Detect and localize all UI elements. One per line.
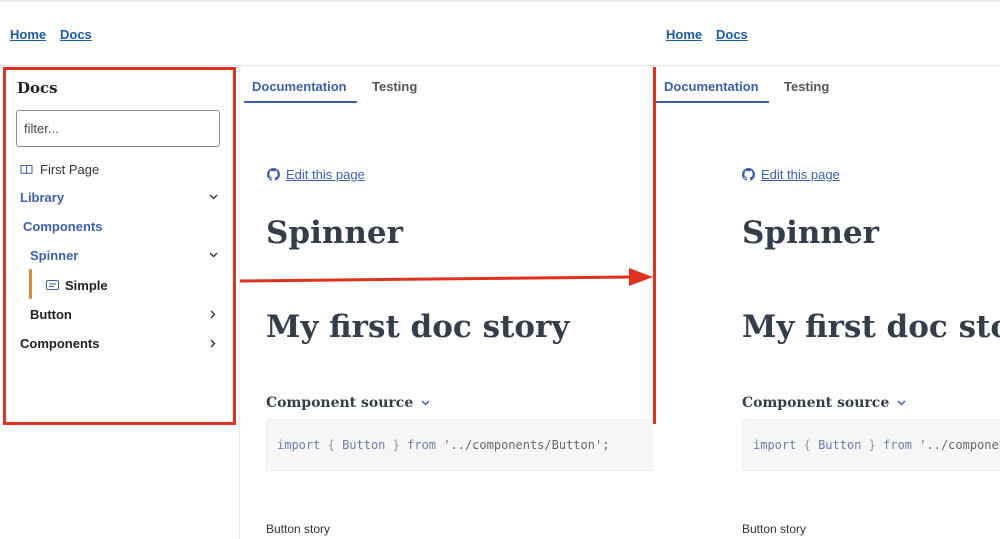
content-panel-left: Documentation Testing Edit this page Spi… xyxy=(241,67,654,539)
nav-docs-link-right[interactable]: Docs xyxy=(716,27,748,42)
sidebar-item-spinner[interactable]: Spinner xyxy=(30,245,220,265)
edit-page-label: Edit this page xyxy=(286,167,365,182)
page-title: Spinner xyxy=(266,215,403,251)
sidebar-item-label: Simple xyxy=(65,277,108,293)
code-token: import xyxy=(277,438,321,452)
docs-sidebar: Docs First Page Library Components Spinn… xyxy=(0,66,240,539)
sidebar-item-button[interactable]: Button xyxy=(30,304,220,324)
sidebar-item-components[interactable]: Components xyxy=(23,216,102,236)
component-source-toggle[interactable]: Component source xyxy=(742,395,906,411)
github-icon xyxy=(267,168,286,181)
edit-page-link[interactable]: Edit this page xyxy=(742,167,840,182)
nav-docs-link[interactable]: Docs xyxy=(60,27,92,42)
tab-documentation[interactable]: Documentation xyxy=(252,79,347,94)
sidebar-item-components-2[interactable]: Components xyxy=(20,333,220,353)
site-header: Home Docs Home Docs xyxy=(0,2,1000,66)
sidebar-item-label: Components xyxy=(20,335,100,351)
code-block: import { Button } from '../components/Bu… xyxy=(742,419,1000,471)
active-item-marker xyxy=(29,269,32,299)
sidebar-item-label: Button xyxy=(30,306,72,322)
edit-page-label: Edit this page xyxy=(761,167,840,182)
story-title: My first doc story xyxy=(742,309,1000,345)
component-source-label: Component source xyxy=(742,395,890,411)
tab-testing[interactable]: Testing xyxy=(784,79,829,94)
code-token: import xyxy=(753,438,797,452)
sidebar-item-simple[interactable]: Simple xyxy=(46,275,108,295)
nav-home-link[interactable]: Home xyxy=(10,27,46,42)
active-tab-underline xyxy=(244,101,357,103)
code-token: from xyxy=(883,438,913,452)
chevron-down-icon xyxy=(421,400,430,406)
code-token: { xyxy=(803,438,811,452)
sidebar-item-label: First Page xyxy=(40,161,100,177)
tab-bar: Documentation Testing xyxy=(656,67,1000,104)
component-source-label: Component source xyxy=(266,395,414,411)
code-token: } xyxy=(392,438,400,452)
page-title: Spinner xyxy=(742,215,879,251)
code-token: { xyxy=(327,438,335,452)
sidebar-item-library[interactable]: Library xyxy=(20,187,220,207)
code-token: } xyxy=(868,438,876,452)
story-label: Button story xyxy=(266,522,331,536)
code-token: '../components/Button'; xyxy=(919,438,1000,452)
story-title: My first doc story xyxy=(266,309,570,345)
sidebar-filter-input[interactable] xyxy=(16,110,220,147)
code-token: Button xyxy=(342,438,386,452)
code-token: Button xyxy=(818,438,862,452)
tab-bar: Documentation Testing xyxy=(241,67,654,104)
tab-documentation[interactable]: Documentation xyxy=(664,79,759,94)
code-token: '../components/Button'; xyxy=(443,438,610,452)
nav-home-link-right[interactable]: Home xyxy=(666,27,702,42)
chevron-right-icon xyxy=(206,307,220,321)
sidebar-item-label: Spinner xyxy=(30,247,79,263)
chevron-down-icon xyxy=(206,248,220,262)
content-panel-right: Documentation Testing Edit this page Spi… xyxy=(656,67,1000,539)
chevron-down-icon xyxy=(897,400,906,406)
story-icon xyxy=(46,280,59,290)
sidebar-item-first-page[interactable]: First Page xyxy=(20,159,99,179)
tab-testing[interactable]: Testing xyxy=(372,79,417,94)
github-icon xyxy=(742,168,761,181)
active-tab-underline xyxy=(656,101,769,103)
chevron-down-icon xyxy=(206,190,220,204)
book-icon xyxy=(20,164,33,175)
story-label: Button story xyxy=(742,522,807,536)
chevron-right-icon xyxy=(206,336,220,350)
sidebar-item-label: Components xyxy=(23,218,103,234)
sidebar-item-label: Library xyxy=(20,189,65,205)
component-source-toggle[interactable]: Component source xyxy=(266,395,430,411)
panel-divider-annotation xyxy=(653,67,656,424)
code-token: from xyxy=(407,438,437,452)
sidebar-title: Docs xyxy=(17,79,58,97)
code-block: import { Button } from '../components/Bu… xyxy=(266,419,654,471)
edit-page-link[interactable]: Edit this page xyxy=(267,167,365,182)
